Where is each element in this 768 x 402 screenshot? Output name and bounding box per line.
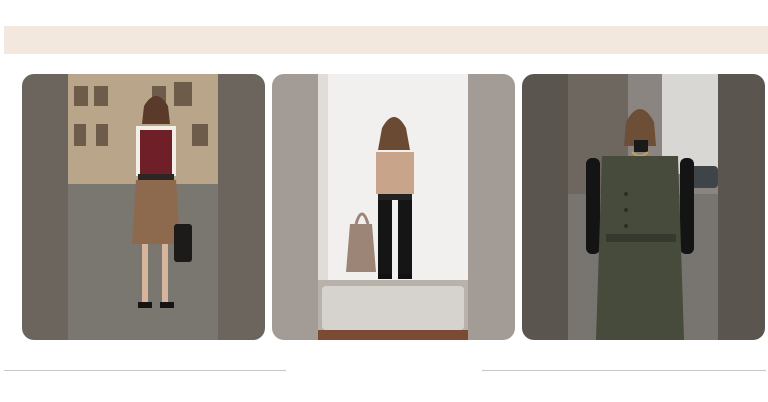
footer-divider-right [482,370,766,371]
outfit-card-1[interactable] [22,74,265,340]
outfit-gallery [0,0,768,402]
outfit-card-3[interactable] [522,74,765,340]
outfit-card-2[interactable] [272,74,515,340]
outfit-photo-1 [22,74,265,340]
outfit-photo-3 [522,74,765,340]
footer-divider-left [4,370,286,371]
page [0,0,768,402]
outfit-photo-2 [272,74,515,340]
